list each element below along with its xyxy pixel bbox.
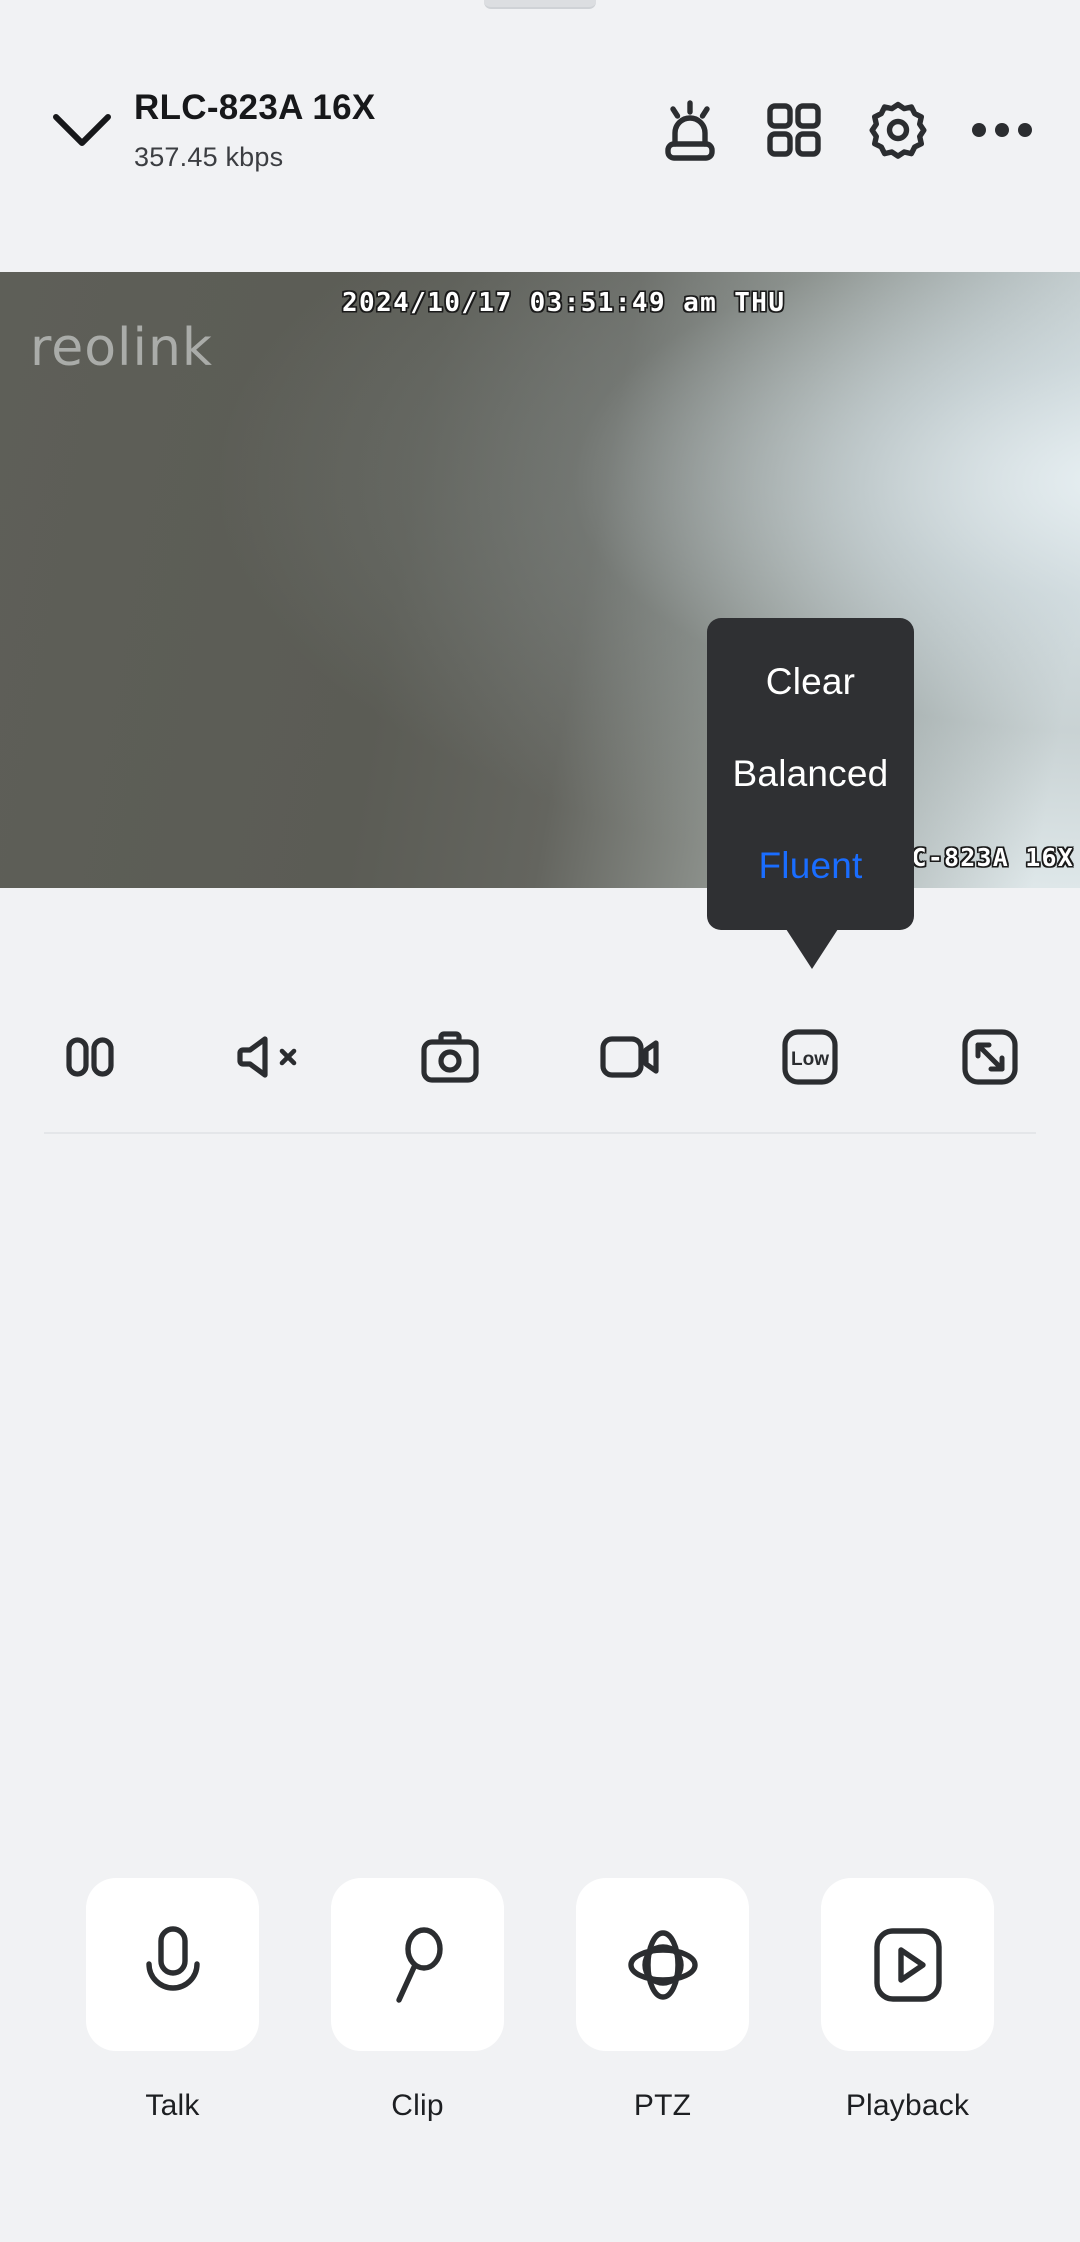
reolink-watermark: reolink [30, 318, 213, 378]
pause-icon [66, 1037, 114, 1077]
ptz-label: PTZ [633, 2089, 692, 2122]
speaker-mute-icon [237, 1036, 297, 1078]
header-actions [638, 78, 1080, 182]
player-control-bar: Low [0, 1012, 1080, 1102]
page-title: RLC-823A 16X [134, 87, 376, 127]
more-icon [972, 123, 1032, 137]
bitrate-label: 357.45 kbps [134, 141, 284, 172]
microphone-icon [145, 1925, 200, 1991]
quality-option-fluent[interactable]: Fluent [707, 820, 914, 912]
collapse-button[interactable] [34, 111, 130, 149]
camera-header: RLC-823A 16X 357.45 kbps [0, 40, 1080, 220]
talk-button[interactable] [86, 1878, 259, 2051]
video-timestamp: 2024/10/17 03:51:49 am THU [342, 288, 786, 318]
settings-button[interactable] [846, 78, 950, 182]
quality-button[interactable]: Low [720, 1012, 900, 1102]
watermark-text: reolink [30, 318, 214, 378]
snapshot-button[interactable] [360, 1012, 540, 1102]
siren-icon [665, 100, 715, 161]
quality-popup: Clear Balanced Fluent [707, 618, 914, 930]
clip-label: Clip [391, 2089, 444, 2122]
quality-option-clear[interactable]: Clear [707, 636, 914, 728]
mute-button[interactable] [180, 1012, 360, 1102]
talk-label: Talk [145, 2089, 200, 2122]
bottom-action-bar: Talk Clip PTZ Playback [0, 1878, 1080, 2123]
svg-text:Low: Low [791, 1049, 829, 1070]
status-bar-notch [484, 0, 596, 9]
video-camera-icon [600, 1036, 659, 1078]
clip-button[interactable] [331, 1878, 504, 2051]
fullscreen-button[interactable] [900, 1012, 1080, 1102]
quality-low-icon: Low [782, 1029, 838, 1085]
quality-option-balanced[interactable]: Balanced [707, 728, 914, 820]
more-button[interactable] [950, 78, 1054, 182]
grid-icon [767, 103, 821, 157]
section-divider [44, 1132, 1036, 1134]
gear-icon [869, 101, 927, 159]
action-ptz: PTZ [576, 1878, 749, 2123]
playback-button[interactable] [821, 1878, 994, 2051]
camera-icon [421, 1031, 479, 1083]
fullscreen-icon [962, 1029, 1018, 1085]
record-button[interactable] [540, 1012, 720, 1102]
action-clip: Clip [331, 1878, 504, 2123]
magnifier-icon [395, 1926, 443, 2003]
ptz-button[interactable] [576, 1878, 749, 2051]
pause-button[interactable] [0, 1012, 180, 1102]
camera-title-block: RLC-823A 16X 357.45 kbps [134, 88, 638, 173]
app-root: RLC-823A 16X 357.45 kbps reolink 2024/10… [0, 0, 1080, 2242]
multiview-button[interactable] [742, 78, 846, 182]
ptz-sphere-icon [627, 1929, 698, 2000]
action-playback: Playback [821, 1878, 994, 2123]
chevron-down-icon [53, 114, 111, 146]
play-box-icon [873, 1927, 942, 2002]
action-talk: Talk [86, 1878, 259, 2123]
playback-label: Playback [845, 2089, 970, 2122]
quality-popup-tail [786, 929, 838, 969]
siren-button[interactable] [638, 78, 742, 182]
